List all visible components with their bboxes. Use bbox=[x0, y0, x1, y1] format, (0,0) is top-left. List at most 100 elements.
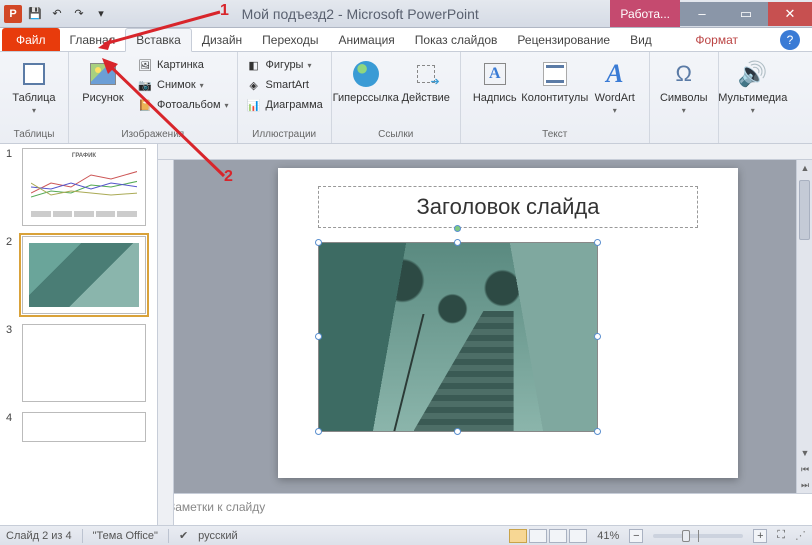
thumbnail-1[interactable]: 1 ГРАФИК bbox=[6, 148, 153, 226]
group-label-media bbox=[725, 138, 781, 143]
spellcheck-icon[interactable]: ✔ bbox=[179, 529, 188, 542]
zoom-slider-thumb[interactable] bbox=[682, 530, 690, 542]
ribbon-group-text: A Надпись Колонтитулы A WordArt Текст bbox=[461, 52, 650, 143]
resize-handle-mr[interactable] bbox=[594, 333, 601, 340]
contextual-tab-picture-tools[interactable]: Работа... bbox=[610, 0, 680, 27]
action-button[interactable]: Действие bbox=[398, 54, 454, 104]
headerfooter-icon bbox=[543, 62, 567, 86]
slide-thumbnail-panel: 1 ГРАФИК 2 3 4 bbox=[0, 144, 158, 525]
shapes-button[interactable]: ◧Фигуры bbox=[244, 56, 325, 74]
scroll-down-button[interactable]: ▼ bbox=[797, 445, 812, 461]
group-label-text: Текст bbox=[467, 127, 643, 143]
media-icon: 🔊 bbox=[738, 60, 768, 89]
picture-button[interactable]: Рисунок bbox=[75, 54, 131, 104]
language-status[interactable]: русский bbox=[198, 530, 237, 542]
scroll-up-button[interactable]: ▲ bbox=[797, 160, 812, 176]
separator bbox=[82, 529, 83, 543]
clipart-icon: 🖼 bbox=[137, 57, 153, 73]
zoom-out-button[interactable]: − bbox=[629, 529, 643, 543]
table-icon bbox=[23, 63, 45, 85]
rotate-handle[interactable] bbox=[454, 225, 461, 232]
thumbnail-number: 4 bbox=[6, 412, 16, 442]
tab-view[interactable]: Вид bbox=[620, 29, 662, 51]
resize-grip-icon: ⋰ bbox=[795, 529, 806, 542]
ribbon-group-tables: Таблица Таблицы bbox=[0, 52, 69, 143]
separator bbox=[168, 529, 169, 543]
group-label-illustrations: Иллюстрации bbox=[244, 127, 325, 143]
media-button[interactable]: 🔊 Мультимедиа bbox=[725, 54, 781, 115]
slide[interactable]: Заголовок слайда bbox=[278, 168, 738, 478]
tab-review[interactable]: Рецензирование bbox=[507, 29, 620, 51]
clipart-button[interactable]: 🖼Картинка bbox=[135, 56, 231, 74]
reading-view-button[interactable] bbox=[549, 529, 567, 543]
media-label: Мультимедиа bbox=[718, 92, 787, 104]
redo-button[interactable]: ↷ bbox=[70, 5, 88, 23]
thumbnail-3[interactable]: 3 bbox=[6, 324, 153, 402]
resize-handle-tr[interactable] bbox=[594, 239, 601, 246]
zoom-in-button[interactable]: + bbox=[753, 529, 767, 543]
zoom-slider[interactable] bbox=[653, 534, 743, 538]
save-button[interactable]: 💾 bbox=[26, 5, 44, 23]
textbox-label: Надпись bbox=[473, 92, 517, 104]
photoalbum-icon: 📔 bbox=[137, 97, 153, 113]
thumb-image-icon bbox=[29, 243, 139, 307]
prev-slide-button[interactable]: ⏮ bbox=[797, 461, 812, 477]
file-tab[interactable]: Файл bbox=[2, 28, 60, 51]
wordart-label: WordArt bbox=[595, 92, 635, 104]
slide-title-placeholder[interactable]: Заголовок слайда bbox=[318, 186, 698, 228]
headerfooter-button[interactable]: Колонтитулы bbox=[527, 54, 583, 104]
resize-handle-tm[interactable] bbox=[454, 239, 461, 246]
resize-handle-br[interactable] bbox=[594, 428, 601, 435]
normal-view-button[interactable] bbox=[509, 529, 527, 543]
action-icon bbox=[414, 62, 438, 86]
slideshow-view-button[interactable] bbox=[569, 529, 587, 543]
minimize-button[interactable]: – bbox=[680, 2, 724, 26]
table-button[interactable]: Таблица bbox=[6, 54, 62, 115]
undo-button[interactable]: ↶ bbox=[48, 5, 66, 23]
wordart-button[interactable]: A WordArt bbox=[587, 54, 643, 115]
ribbon-group-images: Рисунок 🖼Картинка 📷Снимок 📔Фотоальбом Из… bbox=[69, 52, 238, 143]
hyperlink-button[interactable]: Гиперссылка bbox=[338, 54, 394, 104]
resize-handle-tl[interactable] bbox=[315, 239, 322, 246]
annotation-number-1: 1 bbox=[220, 2, 229, 20]
resize-handle-bm[interactable] bbox=[454, 428, 461, 435]
maximize-button[interactable]: ▭ bbox=[724, 2, 768, 26]
tab-slideshow[interactable]: Показ слайдов bbox=[405, 29, 508, 51]
sorter-view-button[interactable] bbox=[529, 529, 547, 543]
zoom-percent[interactable]: 41% bbox=[597, 530, 619, 542]
tab-transitions[interactable]: Переходы bbox=[252, 29, 328, 51]
screenshot-button[interactable]: 📷Снимок bbox=[135, 76, 231, 94]
selected-picture[interactable] bbox=[318, 242, 598, 432]
textbox-button[interactable]: A Надпись bbox=[467, 54, 523, 104]
canvas-viewport[interactable]: Заголовок слайда bbox=[158, 160, 812, 493]
thumbnail-2[interactable]: 2 bbox=[6, 236, 153, 314]
close-button[interactable]: ✕ bbox=[768, 2, 812, 26]
ribbon-group-links: Гиперссылка Действие Ссылки bbox=[332, 52, 461, 143]
picture-content bbox=[319, 243, 597, 431]
thumbnail-4[interactable]: 4 bbox=[6, 412, 153, 442]
notes-pane[interactable]: Заметки к слайду bbox=[158, 493, 812, 525]
tab-animations[interactable]: Анимация bbox=[328, 29, 404, 51]
smartart-button[interactable]: ◈SmartArt bbox=[244, 76, 325, 94]
tab-home[interactable]: Главная bbox=[60, 29, 126, 51]
tab-design[interactable]: Дизайн bbox=[192, 29, 252, 51]
resize-handle-ml[interactable] bbox=[315, 333, 322, 340]
tab-insert[interactable]: Вставка bbox=[125, 28, 192, 52]
thumbnail-number: 3 bbox=[6, 324, 16, 402]
help-button[interactable]: ? bbox=[780, 30, 800, 50]
group-label-symbols bbox=[656, 138, 712, 143]
resize-handle-bl[interactable] bbox=[315, 428, 322, 435]
status-bar: Слайд 2 из 4 "Тема Office" ✔ русский 41%… bbox=[0, 525, 812, 545]
action-label: Действие bbox=[402, 92, 450, 104]
tab-format[interactable]: Формат bbox=[681, 29, 752, 51]
fit-to-window-button[interactable]: ⛶ bbox=[777, 529, 785, 542]
group-label-links: Ссылки bbox=[338, 127, 454, 143]
scrollbar-thumb[interactable] bbox=[799, 180, 810, 240]
group-label-images: Изображения bbox=[75, 127, 231, 143]
qat-customize[interactable]: ▾ bbox=[92, 5, 110, 23]
symbols-button[interactable]: Ω Символы bbox=[656, 54, 712, 115]
next-slide-button[interactable]: ⏭ bbox=[797, 477, 812, 493]
photoalbum-button[interactable]: 📔Фотоальбом bbox=[135, 96, 231, 114]
vertical-scrollbar[interactable]: ▲ ▼ ⏮ ⏭ bbox=[796, 160, 812, 493]
chart-button[interactable]: 📊Диаграмма bbox=[244, 96, 325, 114]
